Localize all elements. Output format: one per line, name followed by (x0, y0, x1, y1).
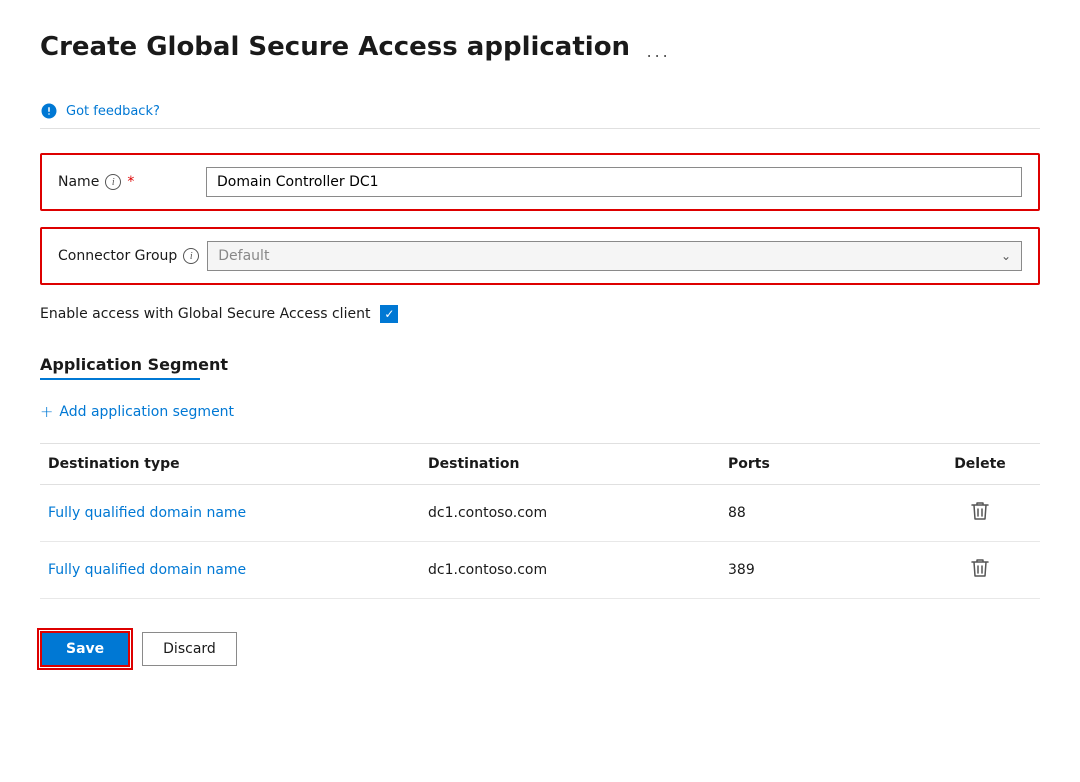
col-header-ports: Ports (720, 444, 920, 485)
connector-dropdown[interactable]: Default ⌄ (207, 241, 1022, 271)
dest-type-link[interactable]: Fully qualified domain name (48, 505, 246, 521)
col-header-delete: Delete (920, 444, 1040, 485)
delete-cell (920, 485, 1040, 542)
add-segment-label: Add application segment (59, 404, 234, 420)
section-underline (40, 378, 200, 380)
enable-access-row: Enable access with Global Secure Access … (40, 301, 1040, 327)
checkmark-icon: ✓ (384, 307, 394, 321)
dest-type-link[interactable]: Fully qualified domain name (48, 562, 246, 578)
plus-icon: + (40, 402, 53, 421)
name-label: Name i * (58, 174, 198, 190)
feedback-label: Got feedback? (66, 104, 160, 119)
connector-label: Connector Group i (58, 248, 199, 264)
connector-group-field-container: Connector Group i Default ⌄ (40, 227, 1040, 285)
ellipsis-button[interactable]: ··· (642, 45, 674, 66)
feedback-link[interactable]: Got feedback? (40, 94, 1040, 129)
connector-info-icon[interactable]: i (183, 248, 199, 264)
name-info-icon[interactable]: i (105, 174, 121, 190)
name-input[interactable] (206, 167, 1022, 197)
name-required-star: * (127, 174, 134, 190)
save-button[interactable]: Save (40, 631, 130, 667)
discard-button[interactable]: Discard (142, 632, 237, 666)
delete-cell (920, 542, 1040, 599)
segments-table: Destination type Destination Ports Delet… (40, 444, 1040, 599)
add-segment-button[interactable]: + Add application segment (40, 396, 234, 427)
name-field-container: Name i * (40, 153, 1040, 211)
table-row: Fully qualified domain name dc1.contoso.c… (40, 485, 1040, 542)
enable-access-label: Enable access with Global Secure Access … (40, 306, 370, 322)
table-row: Fully qualified domain name dc1.contoso.c… (40, 542, 1040, 599)
chevron-down-icon: ⌄ (1001, 249, 1011, 263)
col-header-dest-type: Destination type (40, 444, 420, 485)
enable-access-checkbox[interactable]: ✓ (380, 305, 398, 323)
feedback-icon (40, 102, 58, 120)
destination-cell: dc1.contoso.com (420, 542, 720, 599)
page-title: Create Global Secure Access application (40, 32, 630, 62)
ports-cell: 88 (720, 485, 920, 542)
delete-icon[interactable] (971, 558, 989, 582)
actions-row: Save Discard (40, 623, 1040, 667)
destination-cell: dc1.contoso.com (420, 485, 720, 542)
connector-placeholder: Default (218, 248, 269, 264)
section-title: Application Segment (40, 355, 1040, 374)
delete-icon[interactable] (971, 501, 989, 525)
col-header-destination: Destination (420, 444, 720, 485)
application-segment-section: Application Segment + Add application se… (40, 355, 1040, 599)
ports-cell: 389 (720, 542, 920, 599)
